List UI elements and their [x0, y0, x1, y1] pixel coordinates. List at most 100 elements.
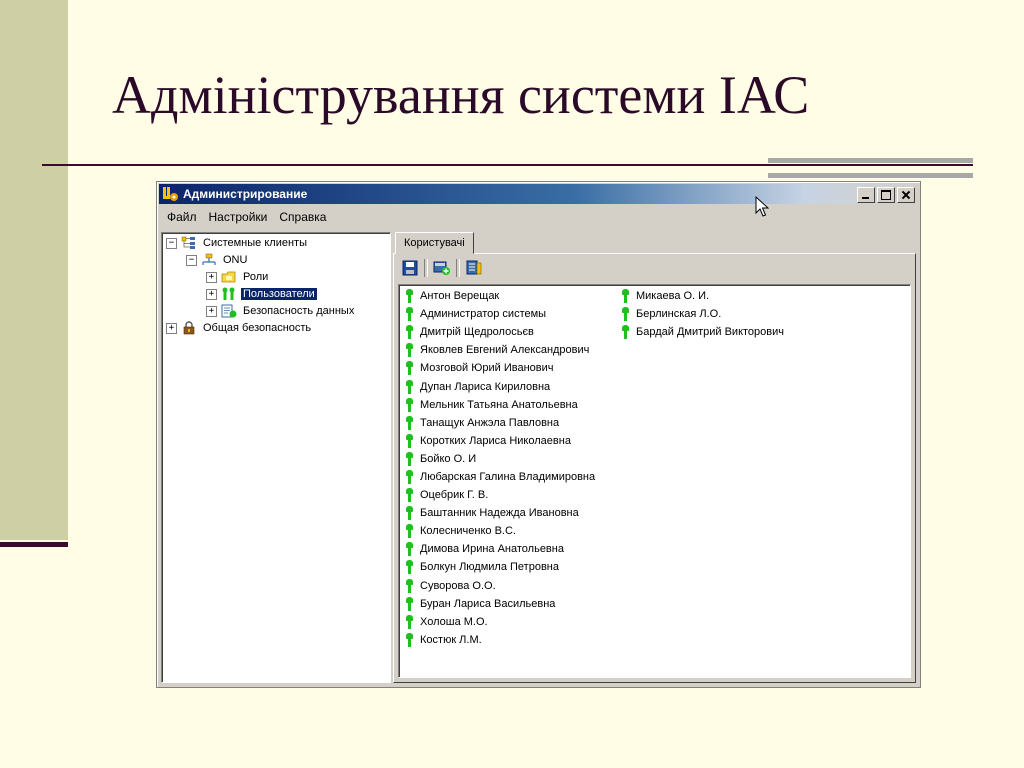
user-list-item[interactable]: Оцебрик Г. В.: [405, 486, 595, 504]
expand-toggle[interactable]: +: [206, 288, 217, 300]
tree-node-label-selected: Пользователи: [241, 288, 317, 300]
slide-rule-grey-bottom: [768, 173, 973, 178]
add-user-icon: [433, 261, 450, 275]
admin-window: Администрирование Файл Настройки Справка…: [156, 181, 921, 688]
user-list-item[interactable]: Костюк Л.М.: [405, 631, 595, 649]
user-list-item[interactable]: Коротких Лариса Николаевна: [405, 432, 595, 450]
user-icon: [405, 578, 414, 593]
user-list-item[interactable]: Берлинская Л.О.: [621, 305, 784, 323]
user-list-item[interactable]: Дупан Лариса Кириловна: [405, 377, 595, 395]
window-title: Администрирование: [183, 187, 308, 201]
user-list-item[interactable]: Администратор системы: [405, 305, 595, 323]
add-user-button[interactable]: [432, 258, 452, 278]
user-list-item[interactable]: Мельник Татьяна Анатольевна: [405, 396, 595, 414]
tree-node-system-clients[interactable]: − Системные клиенты: [166, 235, 309, 251]
app-icon: [163, 187, 178, 201]
user-name: Берлинская Л.О.: [636, 308, 722, 321]
slide-side-accent: [0, 542, 68, 547]
collapse-toggle[interactable]: −: [186, 254, 197, 266]
user-icon: [405, 524, 414, 539]
user-icon: [405, 343, 414, 358]
tree-node-label: ONU: [223, 254, 248, 266]
user-name: Танащук Анжэла Павловна: [420, 416, 560, 429]
user-name: Баштанник Надежда Ивановна: [420, 507, 579, 520]
user-list-item[interactable]: Бардай Дмитрий Викторович: [621, 323, 784, 341]
user-list-item[interactable]: Буран Лариса Васильевна: [405, 595, 595, 613]
properties-button[interactable]: [464, 258, 484, 278]
user-list-item[interactable]: Танащук Анжэла Павловна: [405, 414, 595, 432]
user-list-item[interactable]: Суворова О.О.: [405, 577, 595, 595]
user-name: Антон Верещак: [420, 290, 500, 303]
navigation-tree: − Системные клиенты − ONU + Роли + Польз…: [161, 232, 391, 683]
clients-tree-icon: [181, 236, 195, 249]
tree-node-data-security[interactable]: + Безопасность данных: [206, 303, 356, 319]
tree-node-label: Системные клиенты: [203, 237, 307, 249]
tree-node-label: Безопасность данных: [243, 305, 355, 317]
user-icon: [405, 415, 414, 430]
toolbar-separator: [424, 259, 428, 277]
tree-node-users[interactable]: + Пользователи: [206, 286, 317, 302]
expand-toggle[interactable]: +: [206, 305, 217, 317]
user-list-item[interactable]: Холоша М.О.: [405, 613, 595, 631]
users-toolbar: [400, 258, 484, 278]
mouse-cursor-icon: [755, 196, 769, 217]
user-icon: [621, 307, 630, 322]
slide-rule-grey-top: [768, 158, 973, 163]
user-icon: [621, 289, 630, 304]
users-column-2: Микаева О. И. Берлинская Л.О. Бардай Дмитр…: [621, 287, 784, 341]
user-list-item[interactable]: Дмитрій Щедролосьєв: [405, 323, 595, 341]
tree-node-onu[interactable]: − ONU: [186, 252, 249, 268]
user-name: Колесниченко В.С.: [420, 525, 516, 538]
user-list-item[interactable]: Мозговой Юрий Иванович: [405, 359, 595, 377]
menu-file[interactable]: Файл: [161, 208, 203, 228]
tab-users[interactable]: Користувачі: [395, 232, 474, 254]
roles-folder-icon: [221, 271, 236, 283]
user-list-item[interactable]: Микаева О. И.: [621, 287, 784, 305]
user-name: Бардай Дмитрий Викторович: [636, 326, 785, 339]
user-list-item[interactable]: Димова Ирина Анатольевна: [405, 540, 595, 558]
user-list-item[interactable]: Баштанник Надежда Ивановна: [405, 504, 595, 522]
lock-icon: [183, 321, 195, 335]
maximize-button[interactable]: [877, 187, 895, 203]
minimize-button[interactable]: [857, 187, 875, 203]
tree-node-label: Общая безопасность: [203, 322, 312, 334]
user-name: Костюк Л.М.: [420, 633, 482, 646]
user-name: Бойко О. И: [420, 452, 477, 465]
slide-title: Адміністрування системи ІАС: [112, 65, 810, 125]
tree-node-roles[interactable]: + Роли: [206, 269, 270, 285]
user-icon: [405, 614, 414, 629]
menu-help[interactable]: Справка: [273, 208, 332, 228]
user-name: Мельник Татьяна Анатольевна: [420, 398, 578, 411]
user-name: Буран Лариса Васильевна: [420, 597, 556, 610]
menu-settings[interactable]: Настройки: [203, 208, 274, 228]
close-button[interactable]: [897, 187, 915, 203]
collapse-toggle[interactable]: −: [166, 237, 177, 249]
user-name: Суворова О.О.: [420, 579, 496, 592]
user-name: Микаева О. И.: [636, 290, 710, 303]
user-list-item[interactable]: Яковлев Евгений Александрович: [405, 341, 595, 359]
user-list-item[interactable]: Бойко О. И: [405, 450, 595, 468]
user-icon: [405, 379, 414, 394]
user-list-item[interactable]: Болкун Людмила Петровна: [405, 558, 595, 576]
user-icon: [405, 433, 414, 448]
user-icon: [405, 397, 414, 412]
expand-toggle[interactable]: +: [166, 322, 177, 334]
user-icon: [405, 542, 414, 557]
save-button[interactable]: [400, 258, 420, 278]
tree-node-general-security[interactable]: + Общая безопасность: [166, 320, 313, 336]
user-icon: [405, 632, 414, 647]
users-column-1: Антон Верещак Администратор системы Дмитрі…: [405, 287, 595, 649]
user-name: Любарская Галина Владимировна: [420, 470, 596, 483]
user-icon: [405, 361, 414, 376]
user-name: Мозговой Юрий Иванович: [420, 362, 554, 375]
user-icon: [405, 506, 414, 521]
user-list-item[interactable]: Любарская Галина Владимировна: [405, 468, 595, 486]
users-list: Антон Верещак Администратор системы Дмитрі…: [398, 284, 911, 678]
users-group-icon: [222, 287, 235, 300]
expand-toggle[interactable]: +: [206, 271, 217, 283]
user-name: Коротких Лариса Николаевна: [420, 434, 571, 447]
window-titlebar[interactable]: Администрирование: [159, 184, 918, 204]
user-list-item[interactable]: Антон Верещак: [405, 287, 595, 305]
user-list-item[interactable]: Колесниченко В.С.: [405, 522, 595, 540]
user-name: Яковлев Евгений Александрович: [420, 344, 590, 357]
